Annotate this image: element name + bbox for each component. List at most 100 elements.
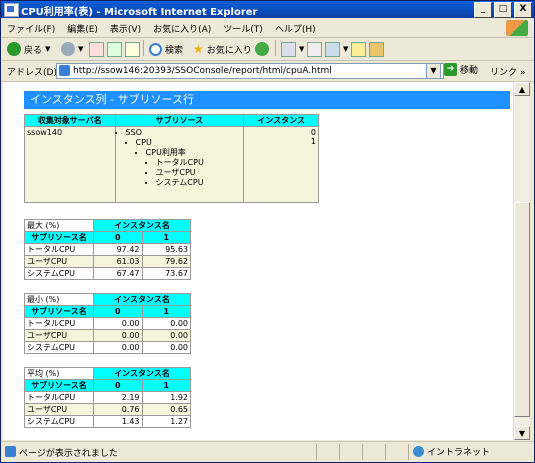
scroll-down-icon[interactable]: ▼ <box>514 426 530 440</box>
min-instance-header: インスタンス名 <box>93 293 191 306</box>
history-button[interactable] <box>255 41 269 57</box>
back-label: 戻る <box>24 45 43 56</box>
menu-edit[interactable]: 編集(E) <box>67 22 98 35</box>
page-status-icon <box>5 446 16 457</box>
favorites-label: お気に入り <box>206 45 252 56</box>
summary-table: 収集対象サーバ名 サブリソース インスタンス ssow140 SSO CPU C… <box>24 114 319 203</box>
table-row: システムCPU 1.43 1.27 <box>24 415 191 428</box>
address-input[interactable]: http://ssow146:20393/SSOConsole/report/h… <box>56 63 444 79</box>
avg-subresource-header: サブリソース名 <box>24 379 94 392</box>
folder-button[interactable] <box>351 41 366 57</box>
instance-1: 1 <box>310 137 316 146</box>
avg-caption: 平均 (%) <box>24 367 94 380</box>
messenger-icon <box>369 41 384 57</box>
messenger-button[interactable] <box>369 41 384 57</box>
forward-arrow-icon <box>61 42 75 56</box>
home-icon <box>125 41 140 57</box>
menu-tools[interactable]: ツール(T) <box>223 22 263 35</box>
avg-col-1: 1 <box>141 379 191 392</box>
address-dropdown-icon[interactable]: ▼ <box>426 63 441 79</box>
forward-dropdown-icon[interactable]: ▼ <box>78 45 83 53</box>
status-bar: ページが表示されました イントラネット <box>1 441 534 462</box>
table-row: システムCPU 0.00 0.00 <box>24 341 191 354</box>
links-button[interactable]: リンク » <box>490 65 525 78</box>
tree-total-cpu: トータルCPU <box>155 158 204 167</box>
search-button[interactable]: 検索 <box>149 41 183 57</box>
subresource-tree: SSO CPU CPU利用率 トータルCPU ユーザCPU システムCPU <box>114 126 245 203</box>
print-icon <box>307 41 322 57</box>
max-caption: 最大 (%) <box>24 219 94 232</box>
scroll-thumb[interactable] <box>514 202 530 417</box>
mail-button[interactable]: ▼ <box>281 41 304 57</box>
table-row: システムCPU 67.47 73.67 <box>24 267 191 280</box>
max-col-1: 1 <box>141 231 191 244</box>
title-bar[interactable]: CPU利用率(表) - Microsoft Internet Explorer … <box>1 1 534 18</box>
refresh-button[interactable] <box>107 41 122 57</box>
avg-table: 平均 (%) インスタンス名 サブリソース名 0 1 トータルCPU 2.19 1.92 … <box>24 367 191 428</box>
print-button[interactable] <box>307 41 322 57</box>
search-icon <box>149 42 162 56</box>
table-row: トータルCPU 0.00 0.00 <box>24 317 191 330</box>
back-dropdown-icon[interactable]: ▼ <box>45 45 50 53</box>
maximize-button[interactable]: □ <box>494 2 512 18</box>
table-row: トータルCPU 2.19 1.92 <box>24 391 191 404</box>
min-subresource-header: サブリソース名 <box>24 305 94 318</box>
menu-view[interactable]: 表示(V) <box>110 22 141 35</box>
menu-favorites[interactable]: お気に入り(A) <box>153 22 211 35</box>
max-subresource-header: サブリソース名 <box>24 231 94 244</box>
tree-system-cpu: システムCPU <box>155 178 204 187</box>
table-row: ユーザCPU 0.76 0.65 <box>24 403 191 416</box>
tree-user-cpu: ユーザCPU <box>155 168 196 177</box>
zone-label: イントラネット <box>427 448 491 458</box>
minimize-button[interactable]: _ <box>474 2 492 18</box>
tree-sso: SSO <box>125 128 142 137</box>
go-button[interactable]: ➔ 移動 <box>444 63 478 76</box>
menu-bar: ファイル(F) 編集(E) 表示(V) お気に入り(A) ツール(T) ヘルプ(… <box>1 19 534 38</box>
table-row: ユーザCPU 61.03 79.62 <box>24 255 191 268</box>
min-table: 最小 (%) インスタンス名 サブリソース名 0 1 トータルCPU 0.00 0.00 … <box>24 293 191 354</box>
table-row: ユーザCPU 0.00 0.00 <box>24 329 191 342</box>
header-instance: インスタンス <box>243 114 319 127</box>
toolbar: 戻る ▼ ▼ 検索 ★ お気に入り ▼ ▼ <box>1 38 534 61</box>
mail-icon <box>281 41 296 57</box>
favorites-button[interactable]: ★ お気に入り <box>193 41 252 57</box>
page-icon <box>59 65 70 76</box>
min-col-1: 1 <box>141 305 191 318</box>
status-text: ページが表示されました <box>19 449 118 459</box>
folder-icon <box>351 41 366 57</box>
intranet-globe-icon <box>413 446 424 457</box>
word-icon <box>325 41 340 57</box>
scroll-up-icon[interactable]: ▲ <box>514 82 530 96</box>
address-label: アドレス(D) <box>7 68 57 78</box>
back-arrow-icon <box>7 42 21 56</box>
header-server: 収集対象サーバ名 <box>24 114 116 127</box>
header-subresource: サブリソース <box>114 114 245 127</box>
forward-button[interactable]: ▼ <box>61 41 83 57</box>
security-zone: イントラネット <box>413 445 490 458</box>
min-col-0: 0 <box>93 305 143 318</box>
stop-button[interactable] <box>89 41 104 57</box>
menu-help[interactable]: ヘルプ(H) <box>275 22 316 35</box>
close-button[interactable]: X <box>514 2 532 18</box>
back-button[interactable]: 戻る ▼ <box>7 41 50 57</box>
avg-col-0: 0 <box>93 379 143 392</box>
avg-instance-header: インスタンス名 <box>93 367 191 380</box>
search-label: 検索 <box>165 45 184 56</box>
address-url: http://ssow146:20393/SSOConsole/report/h… <box>73 66 332 76</box>
stop-icon <box>89 41 104 57</box>
go-arrow-icon: ➔ <box>444 63 457 76</box>
page-banner: インスタンス列 - サブリソース行 <box>24 91 510 109</box>
tree-cpu: CPU <box>135 138 152 147</box>
home-button[interactable] <box>125 41 140 57</box>
tree-cpu-usage: CPU利用率 <box>145 148 186 157</box>
menu-file[interactable]: ファイル(F) <box>7 22 55 35</box>
max-table: 最大 (%) インスタンス名 サブリソース名 0 1 トータルCPU 97.42 95.6… <box>24 219 191 280</box>
edit-button[interactable]: ▼ <box>325 41 348 57</box>
instance-0: 0 <box>310 128 316 137</box>
windows-logo-icon <box>506 20 528 36</box>
browser-window: CPU利用率(表) - Microsoft Internet Explorer … <box>0 0 535 463</box>
window-title: CPU利用率(表) - Microsoft Internet Explorer <box>21 7 258 18</box>
min-caption: 最小 (%) <box>24 293 94 306</box>
server-name: ssow140 <box>24 126 116 203</box>
vertical-scrollbar[interactable]: ▲ ▼ <box>513 82 530 440</box>
